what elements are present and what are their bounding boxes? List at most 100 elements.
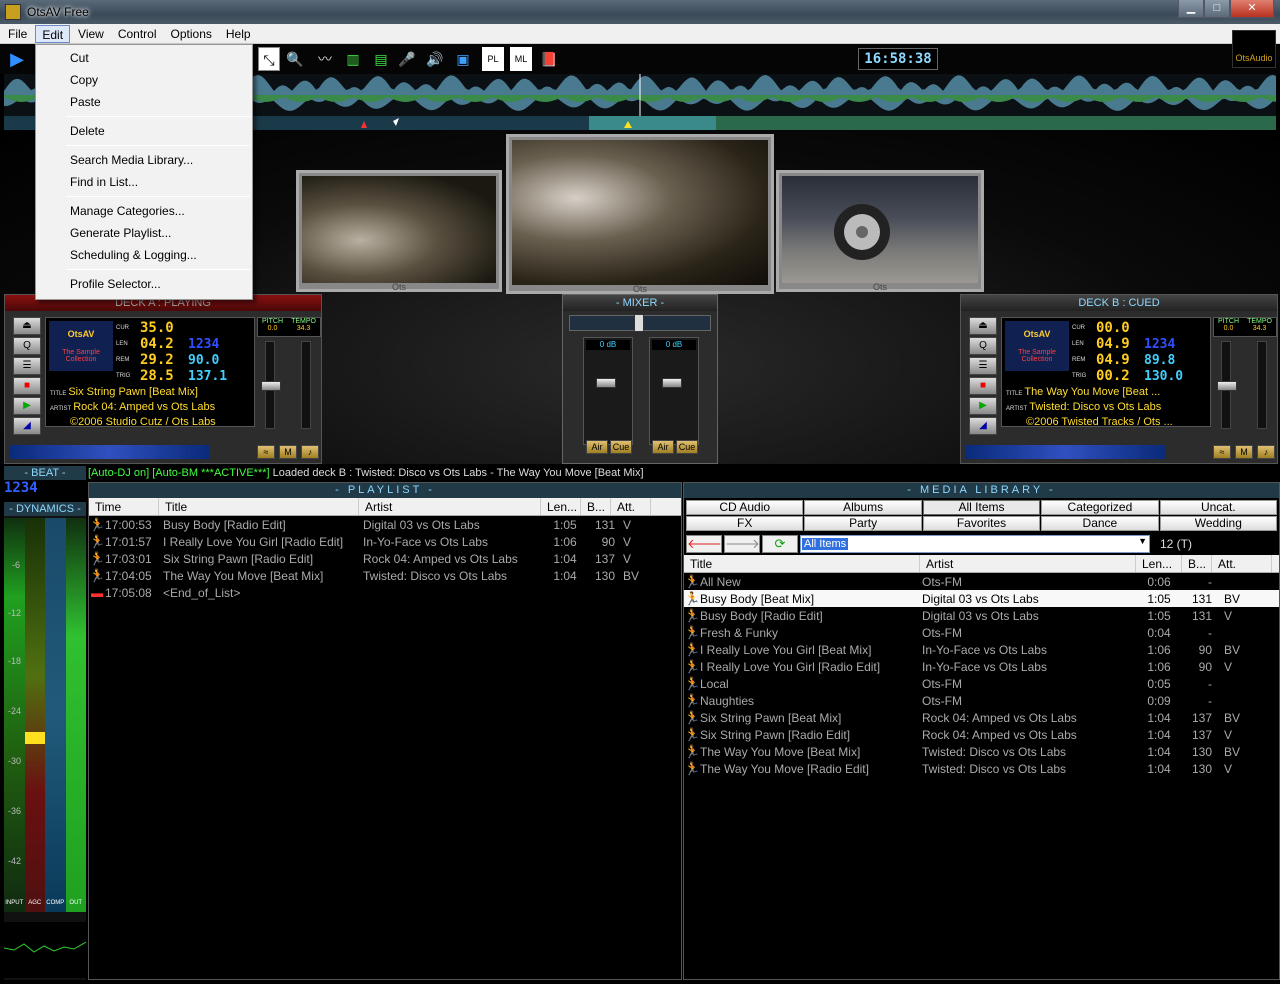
lib-col-bpm[interactable]: B... bbox=[1182, 555, 1212, 572]
close-button[interactable]: ✕ bbox=[1230, 0, 1274, 18]
deck-b-wave-button[interactable]: ≈ bbox=[1213, 445, 1231, 459]
category-all-items[interactable]: All Items bbox=[922, 500, 1041, 515]
library-row[interactable]: 🏃 Busy Body [Radio Edit] Digital 03 vs Ots… bbox=[684, 607, 1279, 624]
lib-col-artist[interactable]: Artist bbox=[920, 555, 1136, 572]
deck-b-m-button[interactable]: M bbox=[1235, 445, 1253, 459]
category-wedding[interactable]: Wedding bbox=[1159, 516, 1277, 531]
deck-b-ramp-button[interactable]: ◢ bbox=[969, 417, 997, 435]
category-party[interactable]: Party bbox=[804, 516, 922, 531]
playlist-row[interactable]: 🏃 17:03:01 Six String Pawn [Radio Edit] … bbox=[89, 550, 681, 567]
deck-b-list-button[interactable]: ☰ bbox=[969, 357, 997, 375]
deck-a-eject-button[interactable]: ⏏ bbox=[13, 317, 41, 335]
library-row[interactable]: 🏃 Local Ots-FM 0:05- bbox=[684, 675, 1279, 692]
mixer-left-fader[interactable] bbox=[596, 378, 616, 388]
menu-item-manage-categories[interactable]: Manage Categories... bbox=[36, 200, 252, 222]
deck-a-pitch-knob[interactable] bbox=[261, 381, 281, 391]
deck-a-stop-button[interactable]: ■ bbox=[13, 377, 41, 395]
library-row[interactable]: 🏃 I Really Love You Girl [Beat Mix] In-Yo-… bbox=[684, 641, 1279, 658]
library-row[interactable]: 🏃 Naughties Ots-FM 0:09- bbox=[684, 692, 1279, 709]
video-preview-left[interactable]: Ots bbox=[296, 170, 502, 292]
deck-b-pitch-knob[interactable] bbox=[1217, 381, 1237, 391]
col-length[interactable]: Len... bbox=[541, 498, 581, 515]
speaker-icon[interactable]: 🔊 bbox=[424, 47, 446, 71]
library-row[interactable]: 🏃 I Really Love You Girl [Radio Edit] In-Y… bbox=[684, 658, 1279, 675]
menu-item-scheduling-logging[interactable]: Scheduling & Logging... bbox=[36, 244, 252, 266]
deck-a-play-button[interactable]: ▶ bbox=[13, 397, 41, 415]
playlist-row[interactable]: 🏃 17:00:53 Busy Body [Radio Edit] Digita… bbox=[89, 516, 681, 533]
deck-b-eject-button[interactable]: ⏏ bbox=[969, 317, 997, 335]
menu-help[interactable]: Help bbox=[220, 25, 257, 43]
mixer-right-cue-button[interactable]: Cue bbox=[676, 440, 698, 454]
forward-arrow-icon[interactable]: 🡒 bbox=[724, 535, 760, 553]
deck-b-stop-button[interactable]: ■ bbox=[969, 377, 997, 395]
mixer-right-fader[interactable] bbox=[662, 378, 682, 388]
library-row[interactable]: 🏃 All New Ots-FM 0:06- bbox=[684, 573, 1279, 590]
library-row[interactable]: 🏃 Fresh & Funky Ots-FM 0:04- bbox=[684, 624, 1279, 641]
deck-a-position-bar[interactable] bbox=[9, 445, 209, 459]
video-main-output[interactable]: Ots bbox=[506, 134, 774, 294]
deck-a-wave-button[interactable]: ≈ bbox=[257, 445, 275, 459]
deck-a-list-button[interactable]: ☰ bbox=[13, 357, 41, 375]
menu-view[interactable]: View bbox=[72, 25, 110, 43]
category-uncat[interactable]: Uncat. bbox=[1159, 500, 1277, 515]
playlist-row[interactable]: 🏃 17:04:05 The Way You Move [Beat Mix] T… bbox=[89, 567, 681, 584]
play-icon[interactable]: ▶ bbox=[6, 47, 28, 71]
meter-icon[interactable]: ▤ bbox=[370, 47, 392, 71]
category-albums[interactable]: Albums bbox=[804, 500, 922, 515]
back-arrow-icon[interactable]: 🡐 bbox=[686, 535, 722, 553]
menu-options[interactable]: Options bbox=[165, 25, 218, 43]
deck-b-search-button[interactable]: Q bbox=[969, 337, 997, 355]
crossfader-knob[interactable] bbox=[634, 314, 644, 332]
deck-b-beat-button[interactable]: ♪ bbox=[1257, 445, 1275, 459]
col-artist[interactable]: Artist bbox=[359, 498, 541, 515]
menu-file[interactable]: File bbox=[2, 25, 33, 43]
menu-item-search-media-library[interactable]: Search Media Library... bbox=[36, 149, 252, 171]
refresh-icon[interactable]: ⟳ bbox=[762, 535, 798, 553]
menu-item-delete[interactable]: Delete bbox=[36, 120, 252, 142]
lib-col-title[interactable]: Title bbox=[684, 555, 920, 572]
library-row[interactable]: 🏃 The Way You Move [Beat Mix] Twisted: Dis… bbox=[684, 743, 1279, 760]
library-row[interactable]: 🏃 Busy Body [Beat Mix] Digital 03 vs Ots L… bbox=[684, 590, 1279, 607]
library-row[interactable]: 🏃 Six String Pawn [Radio Edit] Rock 04: Am… bbox=[684, 726, 1279, 743]
category-categorized[interactable]: Categorized bbox=[1041, 500, 1159, 515]
menu-item-generate-playlist[interactable]: Generate Playlist... bbox=[36, 222, 252, 244]
waveform-icon[interactable]: 〰 bbox=[314, 47, 336, 71]
menu-edit[interactable]: Edit bbox=[35, 24, 71, 43]
deck-a-ramp-button[interactable]: ◢ bbox=[13, 417, 41, 435]
deck-a-volume-fader[interactable] bbox=[301, 341, 311, 429]
resize-icon[interactable]: ⤡ bbox=[258, 47, 280, 71]
crossfader[interactable] bbox=[569, 314, 711, 332]
minimize-button[interactable]: ▁ bbox=[1178, 0, 1204, 18]
menu-item-profile-selector[interactable]: Profile Selector... bbox=[36, 273, 252, 295]
category-dance[interactable]: Dance bbox=[1041, 516, 1159, 531]
mixer-left-cue-button[interactable]: Cue bbox=[610, 440, 632, 454]
library-row[interactable]: 🏃 Six String Pawn [Beat Mix] Rock 04: Ampe… bbox=[684, 709, 1279, 726]
menu-item-copy[interactable]: Copy bbox=[36, 69, 252, 91]
dialog-icon[interactable]: ▣ bbox=[452, 47, 474, 71]
deck-b-play-button[interactable]: ▶ bbox=[969, 397, 997, 415]
search-icon[interactable]: 🔍 bbox=[284, 47, 306, 71]
menu-item-paste[interactable]: Paste bbox=[36, 91, 252, 113]
equalizer-icon[interactable]: ▥ bbox=[342, 47, 364, 71]
category-fx[interactable]: FX bbox=[686, 516, 804, 531]
library-row[interactable]: 🏃 The Way You Move [Radio Edit] Twisted: D… bbox=[684, 760, 1279, 777]
deck-b-position-bar[interactable] bbox=[965, 445, 1165, 459]
mixer-right-air-button[interactable]: Air bbox=[652, 440, 674, 454]
mixer-left-air-button[interactable]: Air bbox=[586, 440, 608, 454]
col-bpm[interactable]: B... bbox=[581, 498, 611, 515]
library-filter-select[interactable]: All Items ▼ bbox=[800, 535, 1150, 553]
lib-col-attributes[interactable]: Att. bbox=[1212, 555, 1272, 572]
playlist-row[interactable]: 🏃 17:01:57 I Really Love You Girl [Radio… bbox=[89, 533, 681, 550]
microphone-icon[interactable]: 🎤 bbox=[396, 47, 418, 71]
chevron-down-icon[interactable]: ▼ bbox=[1138, 536, 1147, 546]
playlist-row-end[interactable]: ▬ 17:05:08 <End_of_List> bbox=[89, 584, 681, 601]
book-icon[interactable]: 📕 bbox=[538, 47, 560, 71]
playlist-icon[interactable]: PL bbox=[482, 47, 504, 71]
deck-b-volume-fader[interactable] bbox=[1257, 341, 1267, 429]
menu-control[interactable]: Control bbox=[112, 25, 163, 43]
maximize-button[interactable]: □ bbox=[1204, 0, 1230, 18]
category-favorites[interactable]: Favorites bbox=[922, 516, 1041, 531]
media-library-icon[interactable]: ML bbox=[510, 47, 532, 71]
lib-col-length[interactable]: Len... bbox=[1136, 555, 1182, 572]
menu-item-cut[interactable]: Cut bbox=[36, 47, 252, 69]
